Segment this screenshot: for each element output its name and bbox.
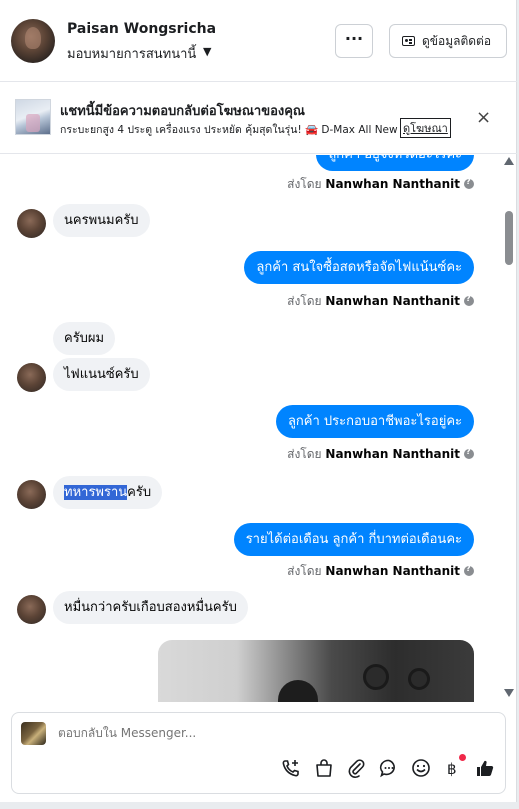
message-incoming[interactable]: ไฟแนนซ์ครับ xyxy=(53,358,150,391)
view-contact-label: ดูข้อมูลติดต่อ xyxy=(422,34,492,48)
contact-avatar[interactable] xyxy=(11,19,55,63)
call-add-icon[interactable] xyxy=(280,757,302,779)
scrollbar-thumb[interactable] xyxy=(505,211,513,265)
notification-dot xyxy=(459,754,466,761)
message-incoming[interactable]: นครพนมครับ xyxy=(53,204,150,237)
contact-name[interactable]: Paisan Wongsricha xyxy=(67,21,216,37)
message-incoming[interactable]: หมื่นกว่าครับเกือบสองหมื่นครับ xyxy=(53,591,248,624)
chat-bubble-icon[interactable] xyxy=(378,757,400,779)
assign-conversation-label[interactable]: มอบหมายการสนทนานี้ xyxy=(67,43,196,64)
conversation-header: Paisan Wongsricha มอบหมายการสนทนานี้ ▼ ·… xyxy=(0,0,517,82)
view-contact-button[interactable]: ดูข้อมูลติดต่อ xyxy=(389,24,507,58)
sender-name: Nanwhan Nanthanit xyxy=(325,564,460,578)
ad-thumbnail xyxy=(15,99,51,135)
card-icon xyxy=(402,36,415,46)
contact-avatar-small xyxy=(17,209,46,238)
ad-banner-title: แชทนี้มีข้อความตอบกลับต่อโฆษณาของคุณ xyxy=(60,104,305,119)
info-icon[interactable] xyxy=(464,177,474,189)
shopping-bag-icon[interactable] xyxy=(313,757,335,779)
info-icon[interactable] xyxy=(464,294,474,306)
contact-avatar-small xyxy=(17,595,46,624)
photo-detail xyxy=(278,680,318,702)
info-icon[interactable] xyxy=(464,564,474,576)
page-avatar xyxy=(21,722,46,745)
message-incoming[interactable]: ทหารพรานครับ xyxy=(53,476,163,509)
message-outgoing[interactable]: ลูกค้า ประกอบอาชีพอะไรอยู่คะ xyxy=(275,405,474,438)
reply-composer: ฿ xyxy=(11,712,506,794)
ad-reply-banner: แชทนี้มีข้อความตอบกลับต่อโฆษณาของคุณ กระ… xyxy=(0,83,517,154)
sender-name: Nanwhan Nanthanit xyxy=(325,294,460,308)
photo-detail xyxy=(363,664,389,690)
image-attachment[interactable] xyxy=(158,640,474,702)
contact-avatar-small xyxy=(17,363,46,392)
message-incoming[interactable]: ครับผม xyxy=(53,322,116,355)
message-input[interactable] xyxy=(58,726,478,740)
svg-text:฿: ฿ xyxy=(447,760,457,778)
selected-text: ทหารพราน xyxy=(64,485,128,500)
thumbs-up-icon[interactable] xyxy=(474,757,496,779)
sender-name: Nanwhan Nanthanit xyxy=(325,177,460,191)
emoji-icon[interactable] xyxy=(410,757,432,779)
photo-detail xyxy=(408,668,430,690)
scroll-down-arrow-icon[interactable] xyxy=(504,689,514,697)
ad-banner-description: กระบะยกสูง 4 ประตู เครื่องแรง ประหยัด คุ… xyxy=(60,124,400,136)
sent-by-label: ส่งโดย Nanwhan Nanthanit xyxy=(287,445,474,464)
message-outgoing[interactable]: ลูกค้า สนใจซื้อสดหรือจัดไฟแน้นซ์คะ xyxy=(244,251,474,284)
message-outgoing[interactable]: ลูกค้า อยู่จังหวัดอะไรคะ xyxy=(316,155,474,171)
close-icon[interactable]: × xyxy=(476,107,491,128)
more-options-button[interactable]: ··· xyxy=(335,24,373,58)
view-ad-link[interactable]: ดูโฆษณา xyxy=(400,118,451,138)
contact-avatar-small xyxy=(17,480,46,509)
caret-down-icon[interactable]: ▼ xyxy=(203,45,211,58)
scroll-up-arrow-icon[interactable] xyxy=(504,157,514,165)
message-list: ลูกค้า อยู่จังหวัดอะไรคะ ส่งโดย Nanwhan … xyxy=(0,155,503,702)
sent-by-label: ส่งโดย Nanwhan Nanthanit xyxy=(287,562,474,581)
sent-by-label: ส่งโดย Nanwhan Nanthanit xyxy=(287,175,474,194)
sender-name: Nanwhan Nanthanit xyxy=(325,447,460,461)
sent-by-label: ส่งโดย Nanwhan Nanthanit xyxy=(287,292,474,311)
info-icon[interactable] xyxy=(464,447,474,459)
conversation-panel: Paisan Wongsricha มอบหมายการสนทนานี้ ▼ ·… xyxy=(0,0,517,802)
paperclip-icon[interactable] xyxy=(345,757,367,779)
message-outgoing[interactable]: รายได้ต่อเดือน ลูกค้า กี่บาทต่อเดือนคะ xyxy=(233,523,474,556)
